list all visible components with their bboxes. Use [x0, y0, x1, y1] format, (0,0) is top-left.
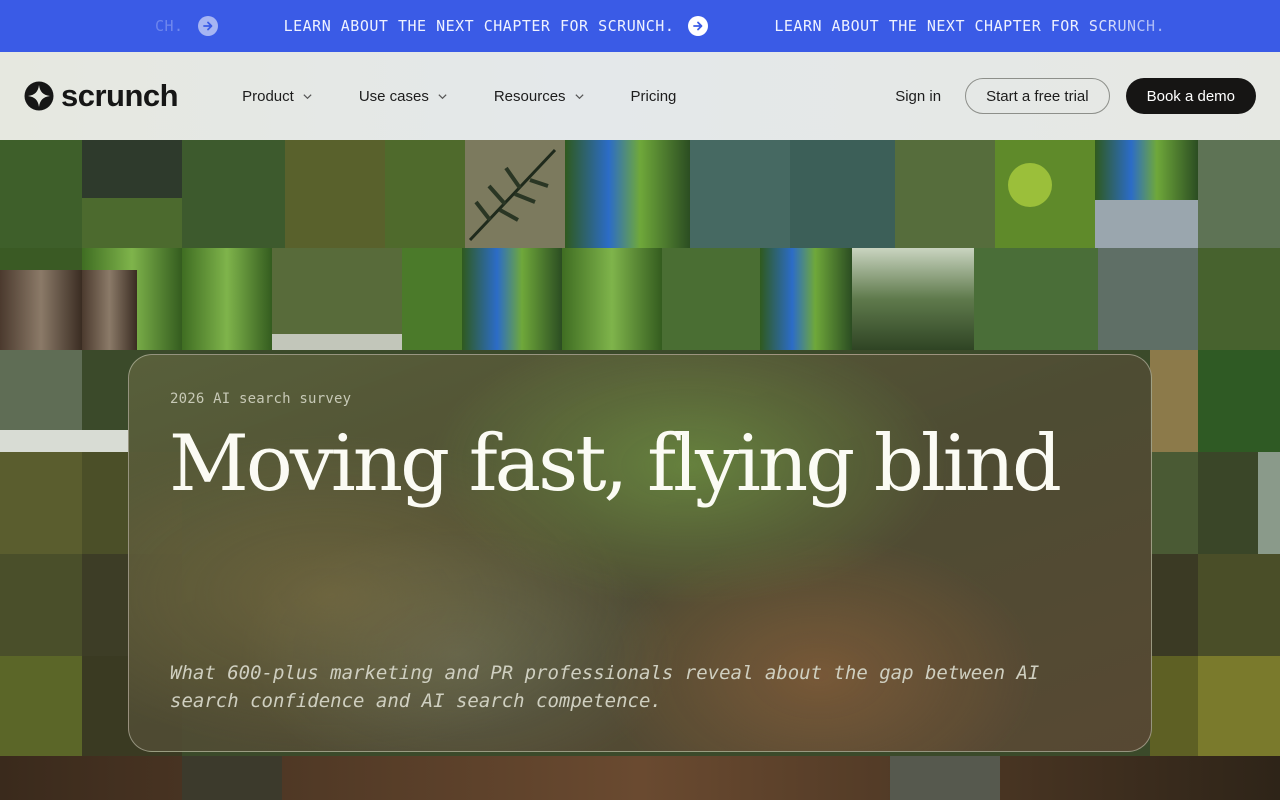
nav-item-product[interactable]: Product [242, 88, 313, 105]
hero-section: 2026 AI search survey Moving fast, flyin… [0, 140, 1280, 800]
nav-item-label: Pricing [630, 87, 677, 105]
arrow-right-circle-icon [688, 16, 709, 36]
survey-card[interactable]: 2026 AI search survey Moving fast, flyin… [128, 354, 1152, 752]
banner-item[interactable]: Learn about the next chapter for Scrunch… [284, 16, 709, 36]
site-navbar: scrunch Product Use cases Resources Pric… [0, 52, 1280, 140]
banner-item[interactable]: Learn about the next chapter for Scrunch… [774, 17, 1165, 35]
scrunch-star-icon [24, 81, 54, 111]
announcement-banner[interactable]: CH. Learn about the next chapter for Scr… [0, 0, 1280, 52]
hero-headline: Moving fast, flying blind [169, 419, 1062, 509]
banner-text: Learn about the next chapter for Scrunch… [774, 17, 1166, 35]
nav-item-label: Use cases [358, 87, 429, 105]
nav-item-label: Product [242, 87, 294, 105]
chevron-down-icon [574, 93, 584, 99]
nav-actions: Sign in Start a free trial Book a demo [895, 78, 1256, 114]
main-menu: Product Use cases Resources Pricing [242, 88, 676, 105]
chevron-down-icon [438, 93, 447, 99]
start-free-trial-button[interactable]: Start a free trial [965, 78, 1110, 114]
banner-text: Learn about the next chapter for Scrunch… [283, 17, 675, 35]
card-eyebrow: 2026 AI search survey [170, 391, 352, 407]
book-demo-button[interactable]: Book a demo [1125, 78, 1256, 114]
nav-item-use-cases[interactable]: Use cases [359, 88, 448, 105]
banner-marquee: CH. Learn about the next chapter for Scr… [0, 0, 1231, 52]
banner-text: CH. [155, 17, 184, 35]
chevron-down-icon [303, 93, 312, 99]
arrow-right-circle-icon [197, 16, 218, 36]
brand-logo[interactable]: scrunch [24, 78, 179, 114]
banner-item-partial[interactable]: CH. [155, 16, 218, 36]
nav-item-resources[interactable]: Resources [494, 88, 585, 105]
nav-item-pricing[interactable]: Pricing [631, 88, 677, 105]
hero-subtitle: What 600-plus marketing and PR professio… [170, 662, 1040, 712]
brand-name: scrunch [61, 78, 179, 113]
sign-in-link[interactable]: Sign in [895, 88, 941, 105]
nav-item-label: Resources [493, 87, 566, 105]
